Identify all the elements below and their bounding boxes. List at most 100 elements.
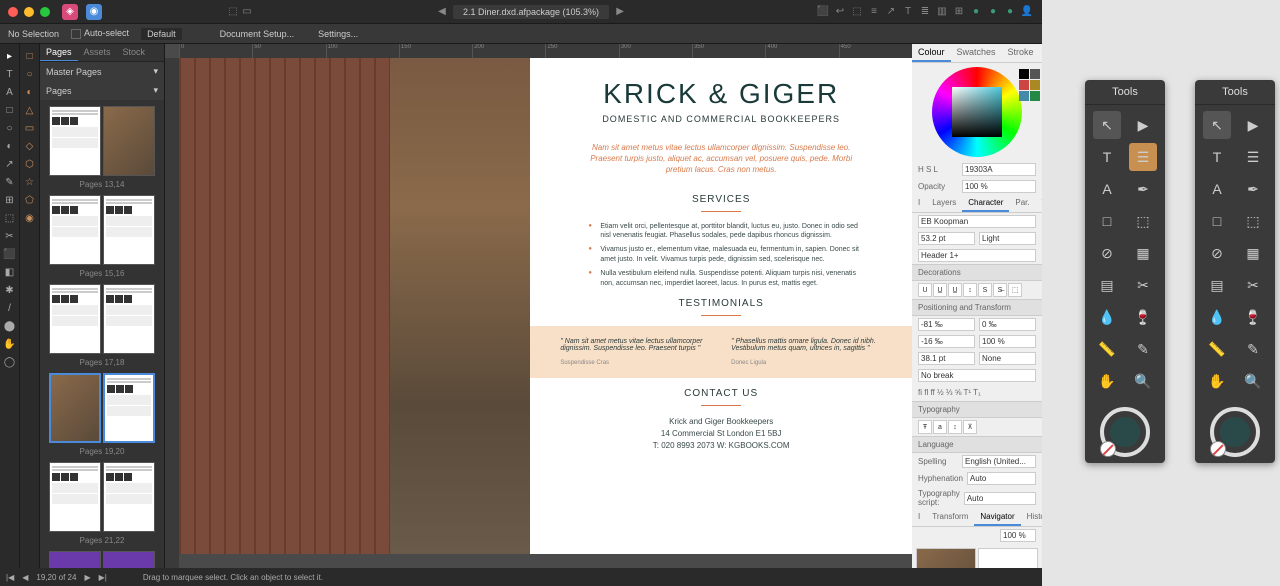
next-doc-icon[interactable]: ▶	[613, 5, 627, 19]
document-tab[interactable]: 2.1 Diner.dxd.afpackage (105.3%)	[453, 5, 609, 19]
tool-button[interactable]: □	[2, 102, 18, 118]
page-thumbnail[interactable]	[103, 284, 155, 354]
panel-tab[interactable]: Swatches	[951, 44, 1002, 62]
tool-icon[interactable]: ▶	[1239, 111, 1267, 139]
tool-icon[interactable]: 🔍	[1129, 367, 1157, 395]
studio-tab[interactable]: Assets	[78, 44, 117, 61]
prev-doc-icon[interactable]: ◀	[435, 5, 449, 19]
nav-tab[interactable]: History	[1021, 509, 1042, 526]
typo-button[interactable]: ↕	[948, 420, 962, 434]
tool-icon[interactable]: 💧	[1093, 303, 1121, 331]
deco-button[interactable]: ⬚	[1008, 283, 1022, 297]
tool-button[interactable]: ⬤	[2, 318, 18, 334]
shape-button[interactable]: ▭	[22, 120, 38, 136]
toolbar-icon[interactable]: ↗	[884, 5, 898, 19]
tool-icon[interactable]: □	[1093, 207, 1121, 235]
tool-button[interactable]: ✋	[2, 336, 18, 352]
tool-button[interactable]: ⬚	[2, 210, 18, 226]
page-thumbnail[interactable]	[49, 551, 101, 568]
tool-icon[interactable]: 🔍	[1239, 367, 1267, 395]
right-page[interactable]: KRICK & GIGER DOMESTIC AND COMMERCIAL BO…	[530, 58, 912, 554]
tools-panel-1[interactable]: Tools ↖▶T☰A✒□⬚⊘▦▤✂💧🍷📏✎✋🔍	[1085, 80, 1165, 463]
tool-icon[interactable]: ⬚	[1129, 207, 1157, 235]
tool-button[interactable]: T	[2, 66, 18, 82]
tool-icon[interactable]: ✋	[1093, 367, 1121, 395]
settings-button[interactable]: Settings...	[312, 27, 364, 41]
toolbar-icon[interactable]: ▥	[935, 5, 949, 19]
tool-icon[interactable]: ✋	[1203, 367, 1231, 395]
tool-button[interactable]: ◐	[2, 138, 18, 154]
char-tab[interactable]: Layers	[926, 195, 962, 212]
tool-icon[interactable]: 🍷	[1129, 303, 1157, 331]
deco-button[interactable]: S	[978, 283, 992, 297]
page-thumbnail[interactable]	[103, 195, 155, 265]
char-tab[interactable]: TSt	[1036, 195, 1042, 212]
tool-icon[interactable]: ✒	[1129, 175, 1157, 203]
tool-icon[interactable]: T	[1203, 143, 1231, 171]
toolbar-btn[interactable]: ▭	[240, 5, 254, 19]
tool-icon[interactable]: ☰	[1129, 143, 1157, 171]
tool-icon[interactable]: ✒	[1239, 175, 1267, 203]
colour-wheel[interactable]	[932, 67, 1022, 157]
snap-icon[interactable]: ●	[969, 5, 983, 19]
studio-tab[interactable]: Stock	[117, 44, 152, 61]
page-thumbnail[interactable]	[49, 195, 101, 265]
shape-button[interactable]: ◉	[22, 210, 38, 226]
hex-value[interactable]: 19303A	[962, 163, 1036, 176]
tool-icon[interactable]: □	[1203, 207, 1231, 235]
snap-icon[interactable]: ●	[986, 5, 1000, 19]
left-page-image[interactable]	[179, 58, 530, 554]
tool-button[interactable]: ▸	[2, 48, 18, 64]
tool-button[interactable]: ⊞	[2, 192, 18, 208]
nav-tab[interactable]: Transform	[926, 509, 974, 526]
shape-button[interactable]: ◇	[22, 138, 38, 154]
nav-tab[interactable]: I	[912, 509, 926, 526]
deco-button[interactable]: ↕	[963, 283, 977, 297]
tool-icon[interactable]: 📏	[1203, 335, 1231, 363]
typo-button[interactable]: Ŧ	[918, 420, 932, 434]
auto-select-toggle[interactable]: Auto-select	[71, 28, 129, 39]
tool-button[interactable]: ◯	[2, 354, 18, 370]
tool-icon[interactable]: ✎	[1239, 335, 1267, 363]
tools-panel-2[interactable]: Tools ↖▶T☰A✒□⬚⊘▦▤✂💧🍷📏✎✋🔍	[1195, 80, 1275, 463]
maximize-icon[interactable]	[40, 7, 50, 17]
page-thumbnail[interactable]	[49, 373, 101, 443]
deco-button[interactable]: U̲	[948, 283, 962, 297]
typo-button[interactable]: ⊼	[963, 420, 977, 434]
master-pages-header[interactable]: Master Pages▾	[40, 62, 164, 81]
tool-icon[interactable]: ✂	[1239, 271, 1267, 299]
text-style[interactable]: Header 1+	[918, 249, 1036, 262]
persona-photo-icon[interactable]: ◉	[86, 4, 102, 20]
shape-button[interactable]: ⬠	[22, 192, 38, 208]
studio-tab[interactable]: Pages	[40, 44, 78, 61]
tool-icon[interactable]: ✂	[1129, 271, 1157, 299]
tool-icon[interactable]: ⊘	[1203, 239, 1231, 267]
toolbar-icon[interactable]: ↩	[833, 5, 847, 19]
tool-icon[interactable]: ▦	[1129, 239, 1157, 267]
persona-designer-icon[interactable]: ◈	[62, 4, 78, 20]
deco-button[interactable]: U̲	[933, 283, 947, 297]
tool-icon[interactable]: ⬚	[1239, 207, 1267, 235]
tool-icon[interactable]: 📏	[1093, 335, 1121, 363]
toolbar-btn[interactable]: ⬚	[226, 5, 240, 19]
tool-button[interactable]: ↗	[2, 156, 18, 172]
tool-icon[interactable]: A	[1203, 175, 1231, 203]
tool-icon[interactable]: ↖	[1093, 111, 1121, 139]
toolbar-icon[interactable]: T	[901, 5, 915, 19]
deco-button[interactable]: S̶	[993, 283, 1007, 297]
page-nav-last[interactable]: ▶|	[99, 573, 107, 582]
tool-button[interactable]: /	[2, 300, 18, 316]
tool-button[interactable]: ⬛	[2, 246, 18, 262]
close-icon[interactable]	[8, 7, 18, 17]
tool-icon[interactable]: T	[1093, 143, 1121, 171]
document-setup-button[interactable]: Document Setup...	[214, 27, 301, 41]
style-dropdown[interactable]: Default	[141, 28, 182, 40]
colour-swatches[interactable]	[1019, 69, 1040, 101]
window-controls[interactable]	[0, 7, 58, 17]
minimize-icon[interactable]	[24, 7, 34, 17]
page-thumbnail[interactable]	[103, 462, 155, 532]
char-tab[interactable]: Par.	[1009, 195, 1035, 212]
tool-icon[interactable]: ☰	[1239, 143, 1267, 171]
page-thumbnail[interactable]	[103, 373, 155, 443]
tool-button[interactable]: ✂	[2, 228, 18, 244]
